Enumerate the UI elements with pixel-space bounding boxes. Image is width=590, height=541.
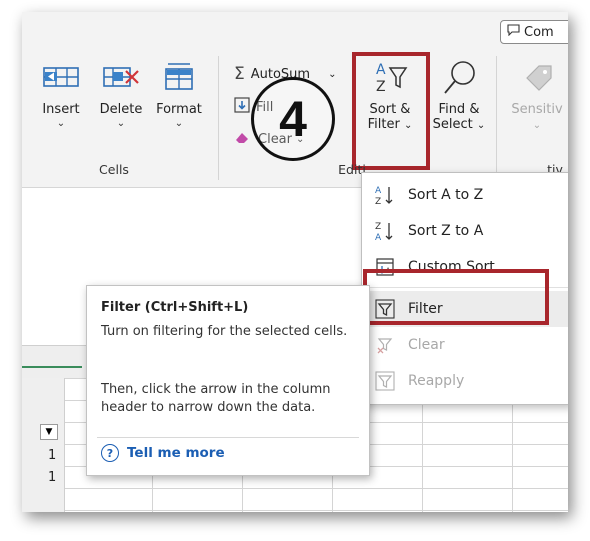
menu-item-sort-z-a[interactable]: ZA Sort Z to A — [362, 213, 568, 249]
menu-item-label: Clear — [408, 337, 445, 353]
tell-me-more-label: Tell me more — [127, 445, 225, 461]
excel-screenshot: Com Insert ⌄ Delete ⌄ Format ⌄ Cells Σ A… — [22, 12, 568, 512]
format-cells-icon — [160, 62, 198, 92]
chevron-down-icon: ⌄ — [174, 118, 184, 129]
chevron-down-icon: ▼ — [45, 427, 53, 437]
comments-button[interactable]: Com — [500, 20, 568, 44]
svg-text:A: A — [375, 186, 382, 196]
format-button[interactable]: Format ⌄ — [150, 62, 208, 129]
tell-me-more-link[interactable]: ? Tell me more — [101, 444, 225, 462]
find-select-line1: Find & — [438, 102, 480, 117]
eraser-icon — [234, 130, 252, 148]
chevron-down-icon: ⌄ — [116, 118, 126, 129]
row-number: 1 — [48, 448, 57, 463]
menu-item-label: Reapply — [408, 373, 465, 389]
insert-button[interactable]: Insert ⌄ — [36, 62, 86, 129]
menu-item-label: Sort Z to A — [408, 223, 484, 239]
filter-highlight — [363, 269, 549, 325]
clear-filter-icon — [374, 334, 396, 356]
menu-item-sort-a-z[interactable]: AZ Sort A to Z — [362, 177, 568, 213]
group-divider — [496, 56, 497, 180]
sort-filter-highlight — [352, 52, 430, 170]
chevron-down-icon: ⌄ — [532, 120, 542, 131]
sort-az-icon: AZ — [374, 184, 396, 206]
scroll-marker — [22, 357, 26, 377]
tooltip-title: Filter (Ctrl+Shift+L) — [101, 300, 249, 315]
comments-label: Com — [524, 24, 554, 40]
step-number-marker: 4 — [251, 77, 335, 161]
help-icon: ? — [101, 444, 119, 462]
delete-cells-icon — [102, 62, 140, 92]
sigma-icon: Σ — [234, 64, 245, 84]
menu-item-label: Sort A to Z — [408, 187, 484, 203]
selected-column-indicator — [22, 366, 82, 368]
chevron-down-icon: ⌄ — [56, 118, 66, 129]
menu-item-clear[interactable]: Clear — [362, 327, 568, 363]
group-divider — [218, 56, 219, 180]
sort-za-icon: ZA — [374, 220, 396, 242]
comment-icon — [507, 24, 520, 40]
row-number: 1 — [48, 470, 57, 485]
svg-text:A: A — [375, 233, 382, 242]
delete-label: Delete — [99, 102, 143, 117]
tooltip-description: Turn on filtering for the selected cells… — [101, 324, 348, 339]
reapply-filter-icon — [374, 370, 396, 392]
menu-item-reapply[interactable]: Reapply — [362, 363, 568, 399]
sensitivity-button[interactable]: Sensitiv ⌄ — [506, 58, 568, 132]
svg-text:Z: Z — [375, 197, 381, 206]
chevron-down-icon: ⌄ — [328, 68, 337, 80]
find-select-line2: Select — [432, 117, 473, 132]
find-select-line2-wrap: Select ⌄ — [428, 117, 490, 132]
magnifier-icon — [439, 58, 479, 98]
insert-label: Insert — [42, 102, 80, 117]
format-label: Format — [156, 102, 202, 117]
chevron-down-icon: ⌄ — [476, 120, 486, 131]
sensitivity-label: Sensitiv — [511, 102, 563, 117]
svg-text:Z: Z — [375, 222, 381, 232]
tooltip-divider — [97, 437, 359, 438]
insert-cells-icon — [42, 62, 80, 92]
cells-group-label: Cells — [99, 162, 129, 177]
row-header-column — [22, 378, 65, 512]
find-select-button[interactable]: Find & Select ⌄ — [428, 58, 490, 132]
delete-button[interactable]: Delete ⌄ — [93, 62, 149, 129]
sensitivity-label-icon — [517, 58, 557, 98]
expand-rows-button[interactable]: ▼ — [40, 424, 58, 440]
fill-down-icon — [234, 97, 250, 117]
tooltip-instructions: Then, click the arrow in the column head… — [101, 382, 331, 415]
filter-tooltip: Filter (Ctrl+Shift+L) Turn on filtering … — [86, 285, 370, 476]
